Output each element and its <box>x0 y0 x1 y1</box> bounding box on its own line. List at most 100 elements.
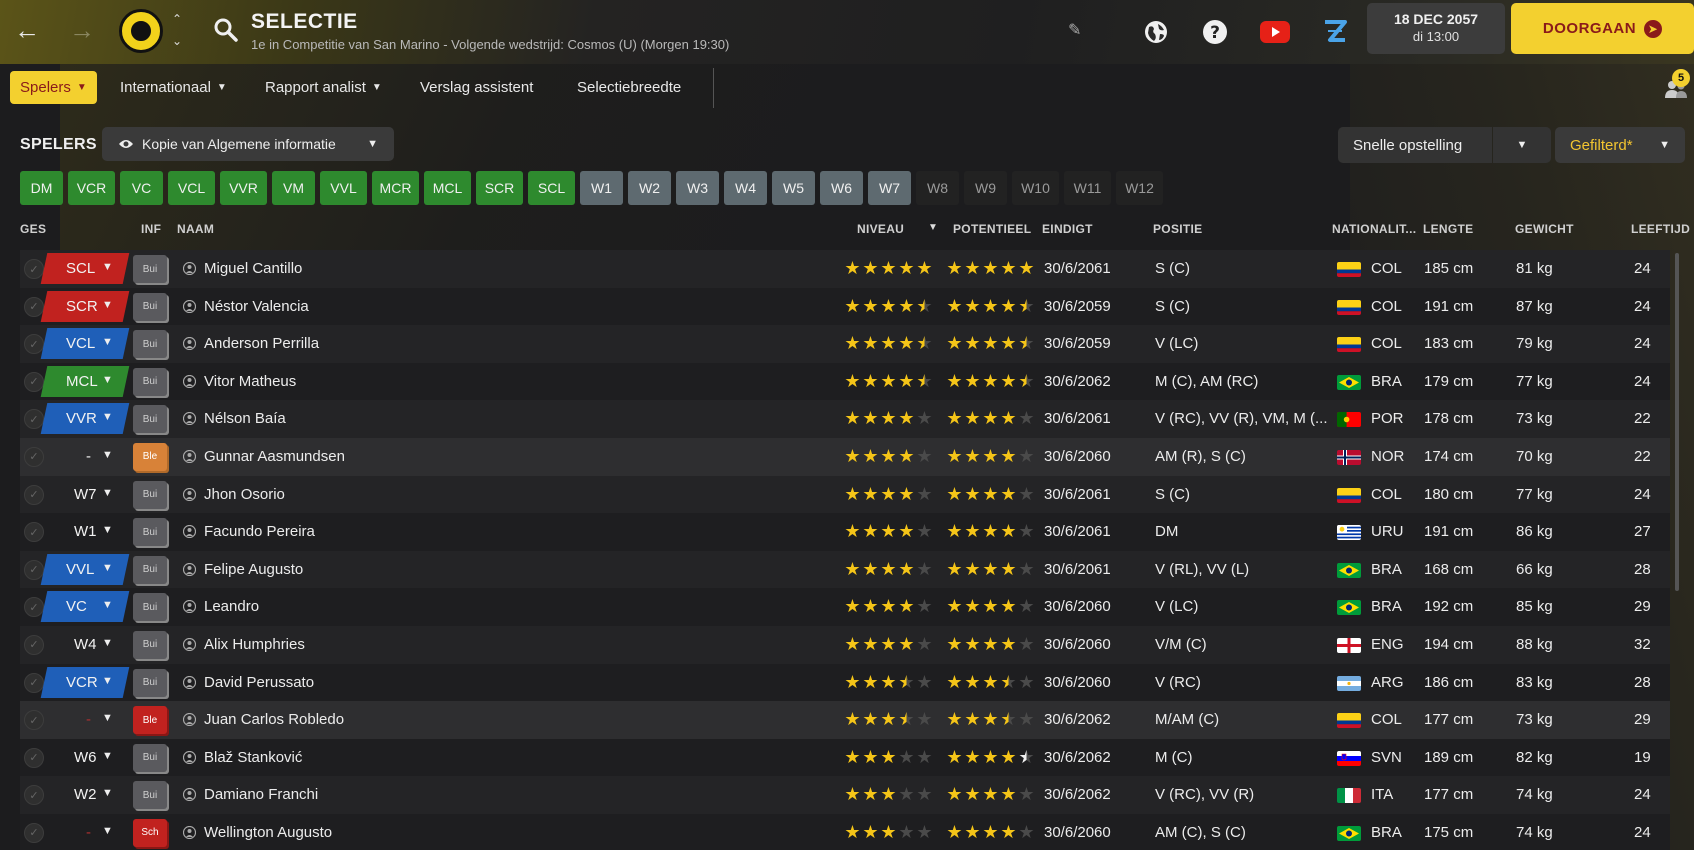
info-badge[interactable]: Ble <box>133 706 167 735</box>
select-checkbox[interactable]: ✓ <box>24 597 44 618</box>
position-chip[interactable]: VCL <box>168 171 215 205</box>
info-badge[interactable]: Bui <box>133 555 167 584</box>
table-row[interactable]: ✓ MCL ▼ Bui Vitor Matheus ★ ★ ★ ★ ★ ★ ★ ★ ★ ★ 30/6/2062… <box>20 362 1670 401</box>
selection-position-dropdown[interactable]: - <box>41 817 130 848</box>
filter-button[interactable]: Gefilterd* ▼ <box>1555 127 1685 163</box>
col-leeftijd[interactable]: LEEFTIJD <box>1631 222 1690 236</box>
info-badge[interactable]: Sch <box>133 818 167 847</box>
nationality[interactable]: NOR <box>1371 448 1404 465</box>
position-chip[interactable]: W9 <box>964 171 1007 205</box>
selection-position-dropdown[interactable]: - <box>41 441 130 472</box>
nationality[interactable]: ITA <box>1371 786 1393 803</box>
select-checkbox[interactable]: ✓ <box>24 785 44 806</box>
nationality[interactable]: COL <box>1371 260 1402 277</box>
menu-item-spelers[interactable]: Spelers ▼ <box>10 71 97 104</box>
table-row[interactable]: ✓ - ▼ Ble Juan Carlos Robledo ★ ★ ★ ★ ★ ★ ★ ★ ★ ★ 30/6/… <box>20 701 1670 739</box>
col-potentieel[interactable]: POTENTIEEL <box>953 222 1031 236</box>
nationality[interactable]: ARG <box>1371 674 1404 691</box>
select-checkbox[interactable]: ✓ <box>24 822 44 843</box>
position-chip[interactable]: SCL <box>528 171 575 205</box>
player-name[interactable]: Felipe Augusto <box>204 561 303 578</box>
help-icon[interactable]: ? <box>1199 16 1231 48</box>
table-row[interactable]: ✓ W1 ▼ Bui Facundo Pereira ★ ★ ★ ★ ★ ★ ★ ★ ★ ★ 30/6/206… <box>20 513 1670 551</box>
selection-position-dropdown[interactable]: VVR <box>40 403 130 435</box>
position-chip[interactable]: W5 <box>772 171 815 205</box>
col-nationaliteit[interactable]: NATIONALIT... <box>1332 222 1416 236</box>
menu-item-rapport-analist[interactable]: Rapport analist ▼ <box>265 71 382 104</box>
info-badge[interactable]: Bui <box>133 330 167 359</box>
nationality[interactable]: BRA <box>1371 824 1402 841</box>
info-badge[interactable]: Bui <box>133 781 167 810</box>
table-row[interactable]: ✓ - ▼ Ble Gunnar Aasmundsen ★ ★ ★ ★ ★ ★ ★ ★ ★ ★ 30/6/20… <box>20 437 1670 476</box>
info-badge[interactable]: Bui <box>133 292 167 321</box>
selection-position-dropdown[interactable]: SCL <box>40 253 130 284</box>
nationality[interactable]: COL <box>1371 711 1402 728</box>
selection-position-dropdown[interactable]: MCL <box>40 365 130 397</box>
pencil-icon[interactable]: ✎ <box>1068 20 1088 40</box>
table-row[interactable]: ✓ SCL ▼ Bui Miguel Cantillo ★ ★ ★ ★ ★ ★ ★ ★ ★ ★ 30/6/20… <box>20 250 1670 288</box>
selection-position-dropdown[interactable]: W1 <box>41 516 130 547</box>
date-display[interactable]: 18 DEC 2057 di 13:00 <box>1367 3 1505 54</box>
select-checkbox[interactable]: ✓ <box>24 259 44 279</box>
table-row[interactable]: ✓ VCR ▼ Bui David Perussato ★ ★ ★ ★ ★ ★ ★ ★ ★ ★ 30/6/20… <box>20 663 1670 702</box>
player-name[interactable]: Wellington Augusto <box>204 824 332 841</box>
info-badge[interactable]: Bui <box>133 743 167 772</box>
position-chip[interactable]: MCR <box>372 171 419 205</box>
player-name[interactable]: Gunnar Aasmundsen <box>204 448 345 465</box>
table-row[interactable]: ✓ VVL ▼ Bui Felipe Augusto ★ ★ ★ ★ ★ ★ ★ ★ ★ ★ 30/6/206… <box>20 550 1670 589</box>
position-chip[interactable]: VVR <box>220 171 267 205</box>
menu-item-verslag-assistent[interactable]: Verslag assistent <box>420 71 533 104</box>
nationality[interactable]: COL <box>1371 298 1402 315</box>
selection-position-dropdown[interactable]: VVL <box>40 553 130 585</box>
position-chip[interactable]: W12 <box>1116 171 1163 205</box>
continue-button[interactable]: DOORGAAN ➤ <box>1511 3 1694 54</box>
position-chip[interactable]: W10 <box>1012 171 1059 205</box>
col-lengte[interactable]: LENGTE <box>1423 222 1473 236</box>
table-row[interactable]: ✓ VCL ▼ Bui Anderson Perrilla ★ ★ ★ ★ ★ ★ ★ ★ ★ ★ 30/6/… <box>20 325 1670 363</box>
position-chip[interactable]: W8 <box>916 171 959 205</box>
position-chip[interactable]: DM <box>20 171 63 205</box>
menu-item-selectiebreedte[interactable]: Selectiebreedte <box>577 71 681 104</box>
table-row[interactable]: ✓ W2 ▼ Bui Damiano Franchi ★ ★ ★ ★ ★ ★ ★ ★ ★ ★ 30/6/206… <box>20 776 1670 814</box>
z-logo-icon[interactable] <box>1319 16 1351 48</box>
position-chip[interactable]: W7 <box>868 171 911 205</box>
player-name[interactable]: Miguel Cantillo <box>204 260 302 277</box>
selection-position-dropdown[interactable]: SCR <box>40 290 130 322</box>
select-checkbox[interactable]: ✓ <box>24 672 44 693</box>
club-switch-icon[interactable]: ⌃ ⌄ <box>169 12 185 48</box>
table-row[interactable]: ✓ - ▼ Sch Wellington Augusto ★ ★ ★ ★ ★ ★ ★ ★ ★ ★ 30/6/2… <box>20 813 1670 850</box>
forward-icon[interactable]: → <box>66 14 98 46</box>
table-row[interactable]: ✓ VC ▼ Bui Leandro ★ ★ ★ ★ ★ ★ ★ ★ ★ ★ 30/6/2060 V (LC) B… <box>20 588 1670 626</box>
selection-position-dropdown[interactable]: VC <box>40 591 130 623</box>
nationality[interactable]: BRA <box>1371 373 1402 390</box>
selection-position-dropdown[interactable]: - <box>41 704 130 735</box>
player-name[interactable]: Jhon Osorio <box>204 486 285 503</box>
select-checkbox[interactable]: ✓ <box>24 634 44 655</box>
table-row[interactable]: ✓ SCR ▼ Bui Néstor Valencia ★ ★ ★ ★ ★ ★ ★ ★ ★ ★ 30/6/20… <box>20 287 1670 326</box>
select-checkbox[interactable]: ✓ <box>24 334 44 355</box>
select-checkbox[interactable]: ✓ <box>24 710 44 731</box>
back-icon[interactable]: ← <box>11 14 43 46</box>
selection-position-dropdown[interactable]: W4 <box>41 629 130 660</box>
info-badge[interactable]: Bui <box>133 255 167 283</box>
info-badge[interactable]: Bui <box>133 367 167 396</box>
select-checkbox[interactable]: ✓ <box>24 409 44 430</box>
position-chip[interactable]: W4 <box>724 171 767 205</box>
selection-position-dropdown[interactable]: VCR <box>40 666 130 698</box>
col-eindigt[interactable]: EINDIGT <box>1042 222 1093 236</box>
position-chip[interactable]: W11 <box>1064 171 1111 205</box>
globe-icon[interactable] <box>1140 16 1172 48</box>
position-chip[interactable]: VC <box>120 171 163 205</box>
position-chip[interactable]: VVL <box>320 171 367 205</box>
col-ges[interactable]: GES <box>20 222 46 236</box>
player-name[interactable]: David Perussato <box>204 674 314 691</box>
nationality[interactable]: BRA <box>1371 561 1402 578</box>
select-checkbox[interactable]: ✓ <box>24 522 44 543</box>
info-badge[interactable]: Bui <box>133 518 167 547</box>
scrollbar[interactable] <box>1675 253 1679 591</box>
table-row[interactable]: ✓ W4 ▼ Bui Alix Humphries ★ ★ ★ ★ ★ ★ ★ ★ ★ ★ 30/6/2060… <box>20 625 1670 664</box>
position-chip[interactable]: VM <box>272 171 315 205</box>
nationality[interactable]: POR <box>1371 410 1404 427</box>
position-chip[interactable]: SCR <box>476 171 523 205</box>
selection-position-dropdown[interactable]: W6 <box>41 742 130 773</box>
